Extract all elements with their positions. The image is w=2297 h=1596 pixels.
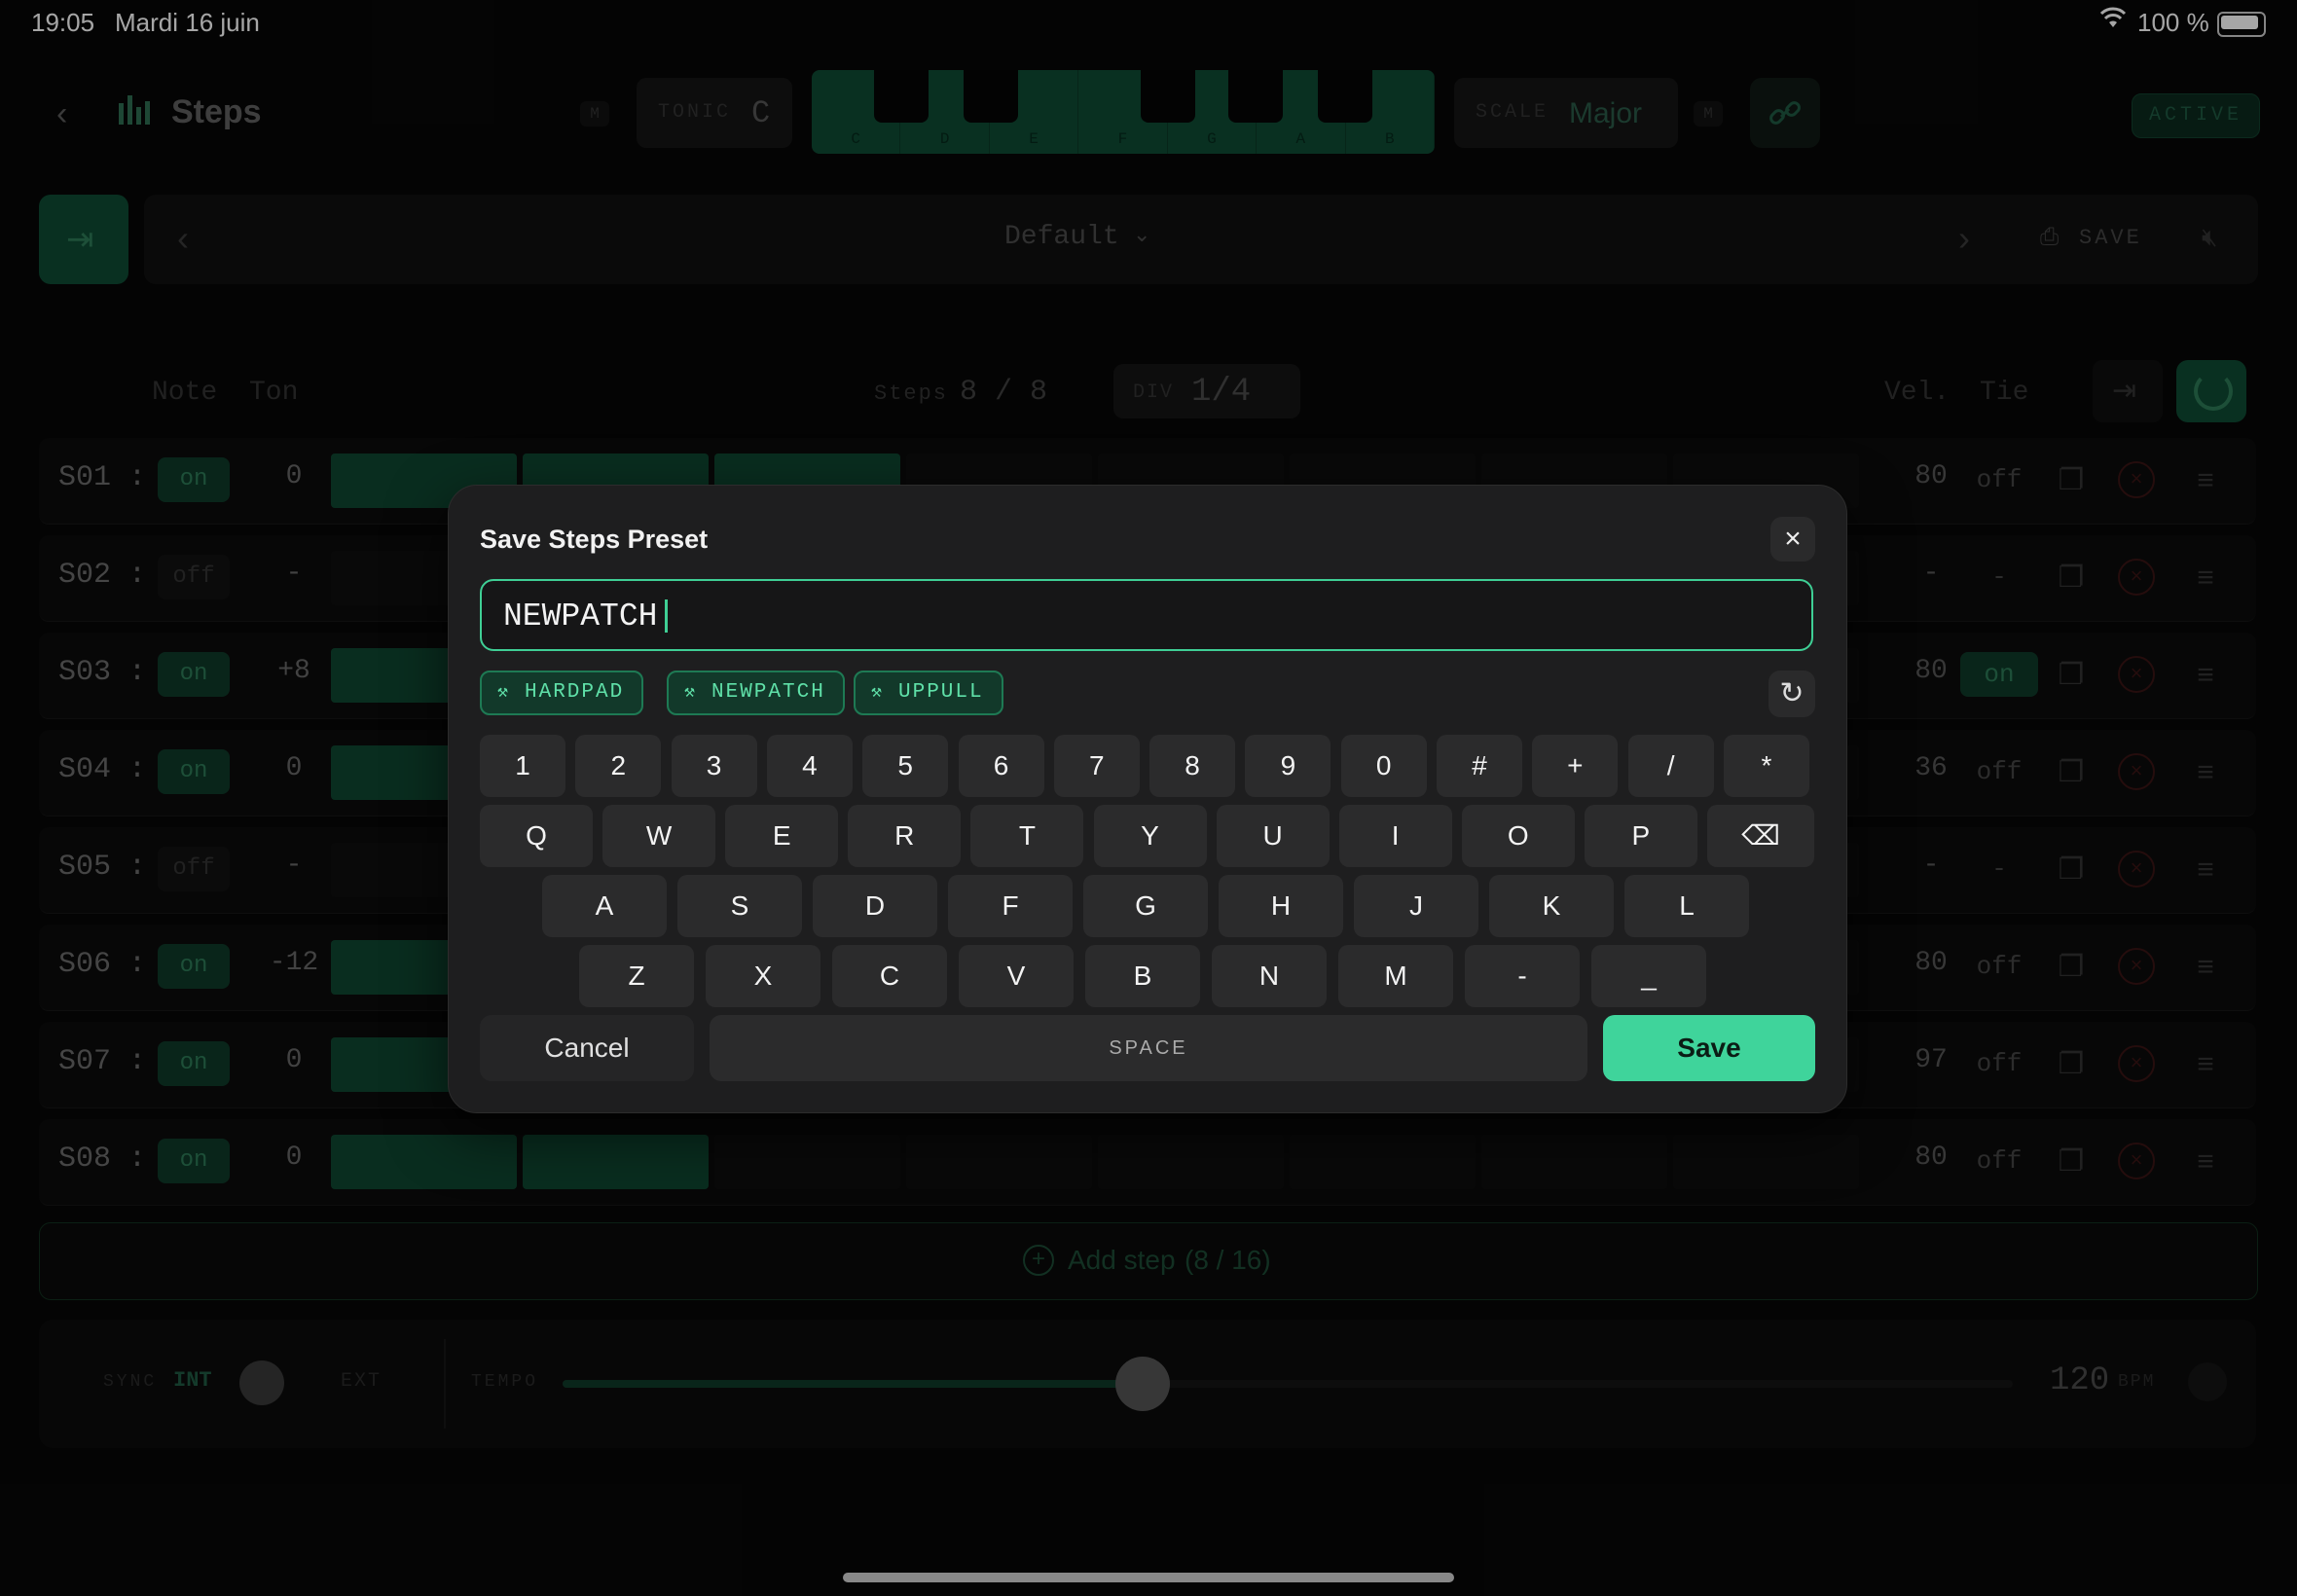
refresh-suggestions-button[interactable]: ↻: [1768, 671, 1815, 717]
key-w[interactable]: W: [602, 805, 716, 867]
key-symbol[interactable]: _: [1591, 945, 1706, 1007]
key-c[interactable]: C: [832, 945, 947, 1007]
key-3[interactable]: 3: [671, 735, 757, 797]
key-symbol[interactable]: *: [1723, 735, 1809, 797]
suggestion-chip-newpatch[interactable]: ⚒︎ NEWPATCH: [667, 671, 845, 715]
save-button[interactable]: Save: [1603, 1015, 1815, 1081]
space-key[interactable]: SPACE: [710, 1015, 1587, 1081]
backspace-key[interactable]: ⌫: [1707, 805, 1814, 867]
close-icon: ×: [1784, 523, 1802, 555]
key-j[interactable]: J: [1354, 875, 1478, 937]
key-n[interactable]: N: [1212, 945, 1327, 1007]
key-k[interactable]: K: [1489, 875, 1614, 937]
key-symbol[interactable]: /: [1627, 735, 1714, 797]
key-symbol[interactable]: -: [1465, 945, 1580, 1007]
key-x[interactable]: X: [706, 945, 820, 1007]
sparkle-icon: ⚒︎: [684, 683, 697, 703]
home-indicator: [843, 1573, 1454, 1582]
key-1[interactable]: 1: [480, 735, 565, 797]
sparkle-icon: ⚒︎: [871, 683, 884, 703]
save-preset-dialog: Save Steps Preset × NEWPATCH ⚒︎ HARDPAD ⚒…: [448, 485, 1847, 1113]
key-s[interactable]: S: [677, 875, 802, 937]
key-0[interactable]: 0: [1340, 735, 1427, 797]
key-e[interactable]: E: [725, 805, 839, 867]
dialog-title: Save Steps Preset: [480, 525, 709, 554]
key-8[interactable]: 8: [1149, 735, 1236, 797]
key-9[interactable]: 9: [1245, 735, 1331, 797]
preset-name-value: NEWPATCH: [503, 598, 669, 635]
key-v[interactable]: V: [959, 945, 1074, 1007]
key-7[interactable]: 7: [1053, 735, 1140, 797]
text-caret: [665, 599, 669, 634]
cancel-button[interactable]: Cancel: [480, 1015, 694, 1081]
key-h[interactable]: H: [1219, 875, 1343, 937]
sparkle-icon: ⚒︎: [497, 683, 510, 703]
key-g[interactable]: G: [1083, 875, 1208, 937]
close-button[interactable]: ×: [1770, 517, 1815, 562]
backspace-icon: ⌫: [1741, 820, 1780, 851]
key-u[interactable]: U: [1216, 805, 1330, 867]
key-i[interactable]: I: [1338, 805, 1452, 867]
suggestion-chip-uppull[interactable]: ⚒︎ UPPULL: [854, 671, 1003, 715]
key-b[interactable]: B: [1085, 945, 1200, 1007]
key-5[interactable]: 5: [862, 735, 949, 797]
key-2[interactable]: 2: [575, 735, 662, 797]
key-symbol[interactable]: +: [1532, 735, 1619, 797]
key-y[interactable]: Y: [1093, 805, 1207, 867]
key-f[interactable]: F: [948, 875, 1073, 937]
preset-name-input[interactable]: NEWPATCH: [480, 579, 1813, 651]
key-p[interactable]: P: [1584, 805, 1697, 867]
key-r[interactable]: R: [848, 805, 962, 867]
key-z[interactable]: Z: [579, 945, 694, 1007]
key-q[interactable]: Q: [480, 805, 593, 867]
key-m[interactable]: M: [1338, 945, 1453, 1007]
key-l[interactable]: L: [1624, 875, 1749, 937]
key-d[interactable]: D: [813, 875, 937, 937]
key-o[interactable]: O: [1461, 805, 1575, 867]
key-6[interactable]: 6: [958, 735, 1044, 797]
key-a[interactable]: A: [542, 875, 667, 937]
key-symbol[interactable]: #: [1437, 735, 1522, 797]
key-t[interactable]: T: [970, 805, 1084, 867]
suggestion-chip-hardpad[interactable]: ⚒︎ HARDPAD: [480, 671, 644, 715]
refresh-icon: ↻: [1779, 677, 1805, 709]
key-4[interactable]: 4: [766, 735, 853, 797]
